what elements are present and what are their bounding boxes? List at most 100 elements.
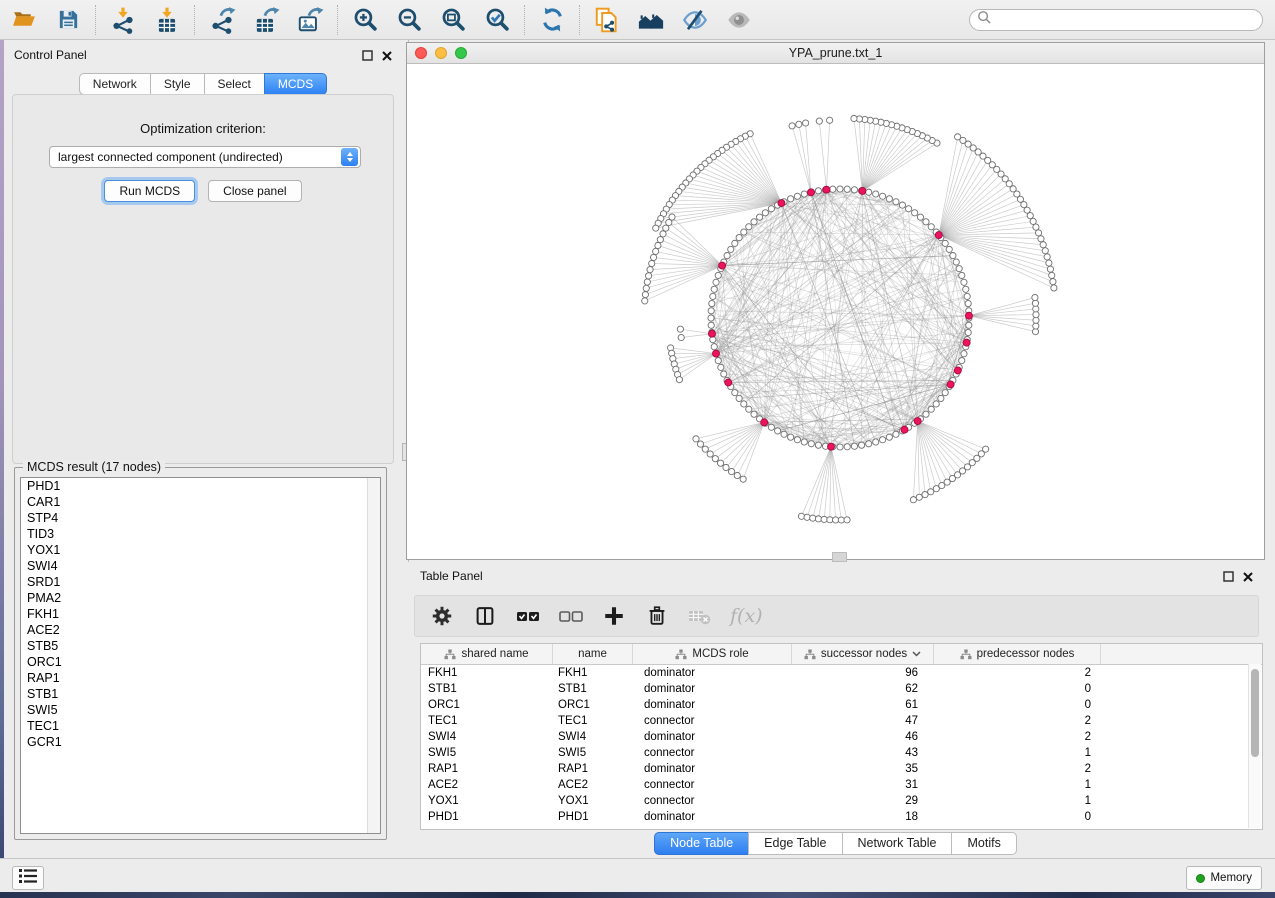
network-node[interactable] [647,267,653,273]
table-cell[interactable]: 46 [792,729,934,745]
network-node[interactable] [711,344,717,350]
network-node[interactable] [959,272,965,278]
mcds-result-item[interactable]: STB1 [21,686,380,702]
network-node[interactable] [1035,230,1041,236]
mcds-result-item[interactable]: TID3 [21,526,380,542]
network-node[interactable] [965,329,971,335]
table-cell[interactable]: PHD1 [421,809,553,825]
table-cell[interactable]: dominator [633,697,792,713]
network-node[interactable] [775,428,781,434]
network-node[interactable] [788,434,794,440]
column-header-name[interactable]: name [553,644,633,664]
table-cell[interactable]: STB1 [553,681,633,697]
search-box[interactable] [969,9,1263,31]
network-hub-node[interactable] [935,232,942,239]
tab-network-table[interactable]: Network Table [842,832,953,855]
network-node[interactable] [838,517,844,523]
network-node[interactable] [1040,242,1046,248]
network-hub-node[interactable] [761,419,768,426]
network-hub-node[interactable] [807,189,814,196]
network-node[interactable] [801,191,807,197]
network-node[interactable] [866,189,872,195]
network-hub-node[interactable] [828,443,835,450]
gear-icon[interactable] [429,603,455,629]
network-node[interactable] [751,219,757,225]
mcds-result-item[interactable]: PHD1 [21,478,380,494]
network-hub-node[interactable] [712,350,719,357]
tab-style[interactable]: Style [150,73,205,95]
network-node[interactable] [961,279,967,285]
network-node[interactable] [844,444,850,450]
network-node[interactable] [959,358,965,364]
network-node[interactable] [768,206,774,212]
delete-table-icon[interactable] [687,603,713,629]
network-node[interactable] [821,516,827,522]
tab-edge-table[interactable]: Edge Table [748,832,842,855]
network-node[interactable] [794,437,800,443]
table-cell[interactable]: 18 [792,809,934,825]
network-node[interactable] [933,401,939,407]
import-network-button[interactable] [107,4,139,36]
table-cell[interactable]: FKH1 [421,665,553,681]
network-node[interactable] [1051,285,1057,291]
network-node[interactable] [718,364,724,370]
network-node[interactable] [707,451,713,457]
network-node[interactable] [741,401,747,407]
network-node[interactable] [756,214,762,220]
table-cell[interactable]: TEC1 [553,713,633,729]
add-column-icon[interactable] [601,603,627,629]
network-node[interactable] [653,248,659,254]
network-node[interactable] [715,272,721,278]
table-cell[interactable]: 1 [934,793,1101,809]
mcds-result-item[interactable]: TEC1 [21,718,380,734]
network-node[interactable] [715,358,721,364]
network-node[interactable] [966,322,972,328]
close-panel-icon[interactable] [382,48,392,66]
export-image-button[interactable] [294,4,326,36]
tab-select[interactable]: Select [204,73,265,95]
table-row[interactable]: PHD1PHD1dominator180 [421,809,1262,825]
table-cell[interactable]: connector [633,777,792,793]
table-row[interactable]: ORC1ORC1dominator610 [421,697,1262,713]
zoom-out-button[interactable] [393,4,425,36]
table-cell[interactable]: PHD1 [553,809,633,825]
import-table-button[interactable] [151,4,183,36]
horizontal-splitter-handle[interactable] [832,552,847,562]
network-hub-node[interactable] [725,379,732,386]
network-node[interactable] [709,300,715,306]
network-node[interactable] [827,517,833,523]
network-node[interactable] [938,395,944,401]
network-node[interactable] [928,224,934,230]
table-cell[interactable]: 2 [934,761,1101,777]
network-node[interactable] [832,517,838,523]
table-cell[interactable]: SWI5 [553,745,633,761]
network-node[interactable] [946,246,952,252]
mcds-result-item[interactable]: RAP1 [21,670,380,686]
new-network-from-selection-button[interactable] [591,4,623,36]
mcds-result-item[interactable]: ACE2 [21,622,380,638]
network-node[interactable] [1044,254,1050,260]
table-cell[interactable]: dominator [633,729,792,745]
network-node[interactable] [762,210,768,216]
network-node[interactable] [873,191,879,197]
network-node[interactable] [649,260,655,266]
network-node[interactable] [851,187,857,193]
network-hub-node[interactable] [778,200,785,207]
network-node[interactable] [728,246,734,252]
network-node[interactable] [928,406,934,412]
network-node[interactable] [796,121,802,127]
network-node[interactable] [955,134,961,140]
table-cell[interactable]: 0 [934,681,1101,697]
network-node[interactable] [788,196,794,202]
tab-motifs[interactable]: Motifs [951,832,1016,855]
network-node[interactable] [643,285,649,291]
column-header-shared-name[interactable]: shared name [421,644,553,664]
table-cell[interactable]: 0 [934,809,1101,825]
table-row[interactable]: ACE2ACE2connector311 [421,777,1262,793]
network-node[interactable] [844,186,850,192]
open-file-button[interactable] [8,4,40,36]
network-node[interactable] [815,516,821,522]
network-node[interactable] [942,390,948,396]
network-node[interactable] [964,293,970,299]
network-node[interactable] [650,254,656,260]
